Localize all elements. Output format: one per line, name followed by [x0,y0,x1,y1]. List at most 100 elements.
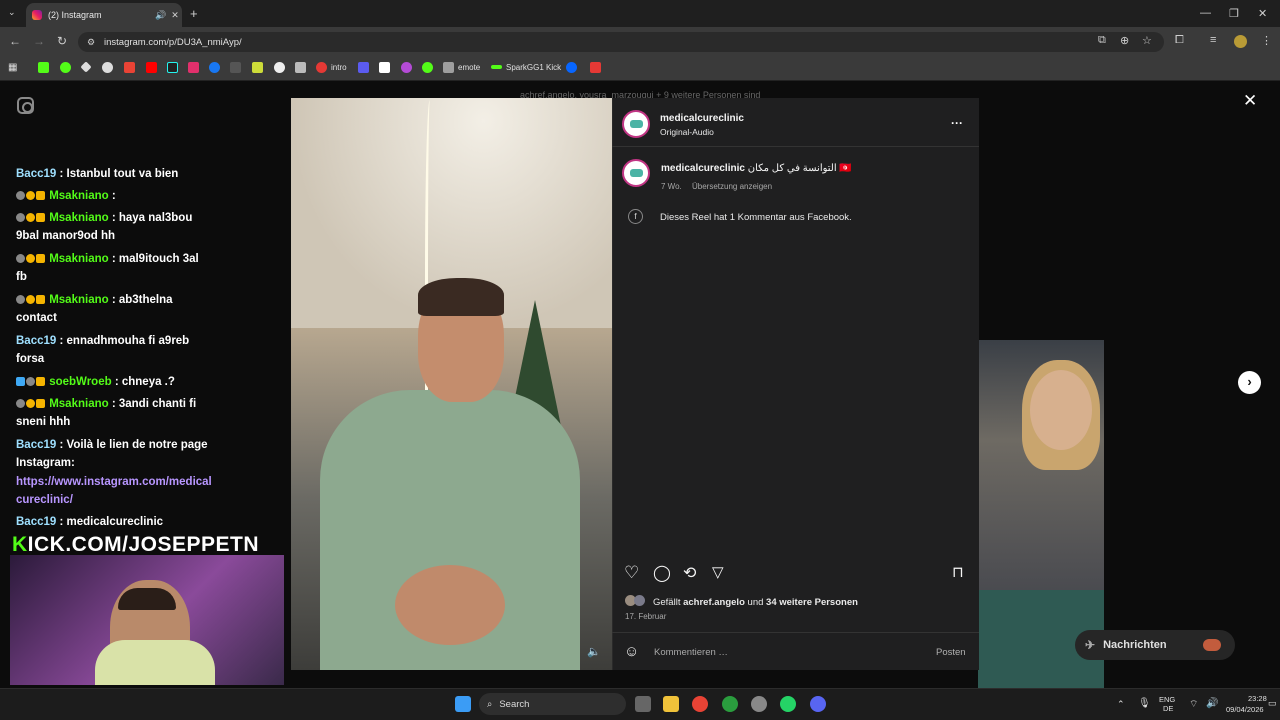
chrome-icon[interactable] [692,696,708,712]
more-options-icon[interactable]: ··· [951,116,963,130]
forward-icon[interactable]: → [33,34,45,48]
repost-icon[interactable]: ⟲ [683,563,696,583]
whatsapp-icon[interactable] [780,696,796,712]
d-bookmark-icon[interactable] [60,60,75,74]
chat-text: : haya nal3bou [111,212,193,224]
share-icon[interactable]: ▽ [712,563,724,581]
bookmark-icon[interactable] [379,60,394,74]
taskbar-search[interactable]: ⌕ Search [479,693,626,715]
app-icon[interactable] [751,696,767,712]
next-post-button[interactable]: › [1238,371,1261,394]
menu-icon[interactable]: ⋮ [1261,34,1272,47]
close-icon[interactable]: ✕ [1243,91,1257,111]
cast-icon[interactable]: ⧉ [1098,34,1106,47]
xbox-icon[interactable] [722,696,738,712]
bookmark-icon[interactable] [422,60,437,74]
flag-bookmark-icon[interactable] [590,60,605,74]
instagram-bookmark-icon[interactable] [188,60,203,74]
post-author[interactable]: medicalcureclinic [660,113,744,124]
meta-bookmark-icon[interactable] [566,60,581,74]
apps-icon[interactable]: ▦ [8,60,17,74]
background-face [1030,370,1092,450]
sparkgg1-bookmark[interactable]: SparkGG1 Kick [491,60,561,74]
kick-url-text: ICK.COM/JOSEPPETN [27,533,260,556]
discord-icon[interactable] [810,696,826,712]
tab-instagram[interactable]: (2) Instagram 🔊 ✕ [26,3,182,27]
chat-text: : Voilà le lien de notre page [59,439,208,451]
chat-link-text[interactable]: https://www.instagram.com/medical [16,476,212,488]
bookmark-icon[interactable] [274,60,289,74]
microphone-icon[interactable]: 🎙 [1138,698,1151,709]
site-info-icon[interactable]: ⚙ [87,37,95,48]
restore-button[interactable]: ❐ [1229,7,1239,20]
audio-label[interactable]: Original-Audio [660,127,714,137]
start-icon[interactable] [455,696,471,712]
reload-icon[interactable]: ↻ [57,34,67,48]
tray-chevron-icon[interactable]: ⌃ [1117,699,1125,710]
bookmark-icon[interactable] [230,60,245,74]
like-icon[interactable]: ♡ [624,563,639,583]
tiktok-bookmark-icon[interactable] [167,60,182,74]
likes-and: und [747,597,764,608]
intro-bookmark[interactable]: intro [316,60,347,74]
minimize-button[interactable]: — [1200,7,1211,19]
emoji-icon[interactable]: ☺ [624,643,639,660]
comment-icon[interactable]: ◯ [653,563,671,583]
likes-user[interactable]: achref.angelo [683,597,745,608]
bookmark-icon[interactable] [252,60,267,74]
lang-indicator[interactable]: ENG DE [1159,695,1175,713]
messages-avatars [1203,639,1221,651]
url-text[interactable]: instagram.com/p/DU3A_nmiAyp/ [104,37,242,48]
gmail-bookmark-icon[interactable] [124,60,139,74]
chat-message: Bacc19 : Voilà le lien de notre page Inst… [16,436,208,472]
youtube-bookmark-icon[interactable] [146,60,161,74]
chat-text: : chneya .? [114,376,175,388]
download-bookmark-icon[interactable] [102,60,117,74]
media-icon[interactable]: ≡ [1210,34,1216,46]
notifications-icon[interactable]: ▭ [1268,698,1277,709]
messages-button[interactable]: ✈ Nachrichten [1075,630,1235,660]
emote-bookmark[interactable]: emote [443,60,480,74]
file-explorer-icon[interactable] [663,696,679,712]
translate-link[interactable]: Übersetzung anzeigen [692,182,772,191]
caption-author[interactable]: medicalcureclinic [661,163,745,174]
back-icon[interactable]: ← [9,34,21,48]
post-comment-button[interactable]: Posten [936,647,966,658]
clock[interactable]: 23:28 [1248,694,1267,703]
tab-search-icon[interactable]: ⌄ [8,7,16,18]
kick-bookmark-icon[interactable] [38,60,53,74]
bookmark-star-icon[interactable]: ☆ [1142,34,1152,47]
date[interactable]: 09/04/2026 [1226,705,1264,714]
volume-icon[interactable]: 🔈 [587,645,601,658]
chat-link-text[interactable]: cureclinic/ [16,494,73,506]
chat-message: Msakniano : 3andi chanti fi sneni hhh [16,395,196,431]
bookmark-label: emote [458,62,481,72]
close-window-button[interactable]: ✕ [1258,7,1267,20]
extensions-icon[interactable]: ⧠ [1175,34,1184,47]
chat-link[interactable]: https://www.instagram.com/medical curecli… [16,473,212,509]
badge-icon [16,377,25,387]
bookmark-icon[interactable] [401,60,416,74]
instagram-logo-icon[interactable] [17,97,34,114]
facebook-bookmark-icon[interactable] [209,60,224,74]
likes-others[interactable]: 34 weitere Personen [766,597,858,608]
author-avatar[interactable] [622,110,650,138]
new-tab-button[interactable]: + [190,6,198,21]
badge-icon [26,399,35,409]
comment-input[interactable]: Kommentieren … [654,647,728,658]
bookmark-icon[interactable] [295,60,310,74]
wifi-icon[interactable]: ⌔ [1189,698,1198,711]
save-icon[interactable]: ⊓ [952,563,964,581]
volume-tray-icon[interactable]: 🔊 [1206,698,1218,709]
bookmark-label: SparkGG1 Kick [506,62,562,72]
chat-user: Bacc19 [16,335,57,347]
liker-avatar [634,595,645,606]
caption-avatar[interactable] [622,159,650,187]
close-tab-icon[interactable]: ✕ [168,10,182,21]
speaker-icon[interactable]: 🔊 [154,10,168,21]
zoom-icon[interactable]: ⊕ [1120,34,1129,47]
task-view-icon[interactable] [635,696,651,712]
profile-avatar[interactable] [1234,35,1247,48]
bookmark-icon[interactable] [358,60,373,74]
diamond-bookmark-icon[interactable] [80,60,94,74]
